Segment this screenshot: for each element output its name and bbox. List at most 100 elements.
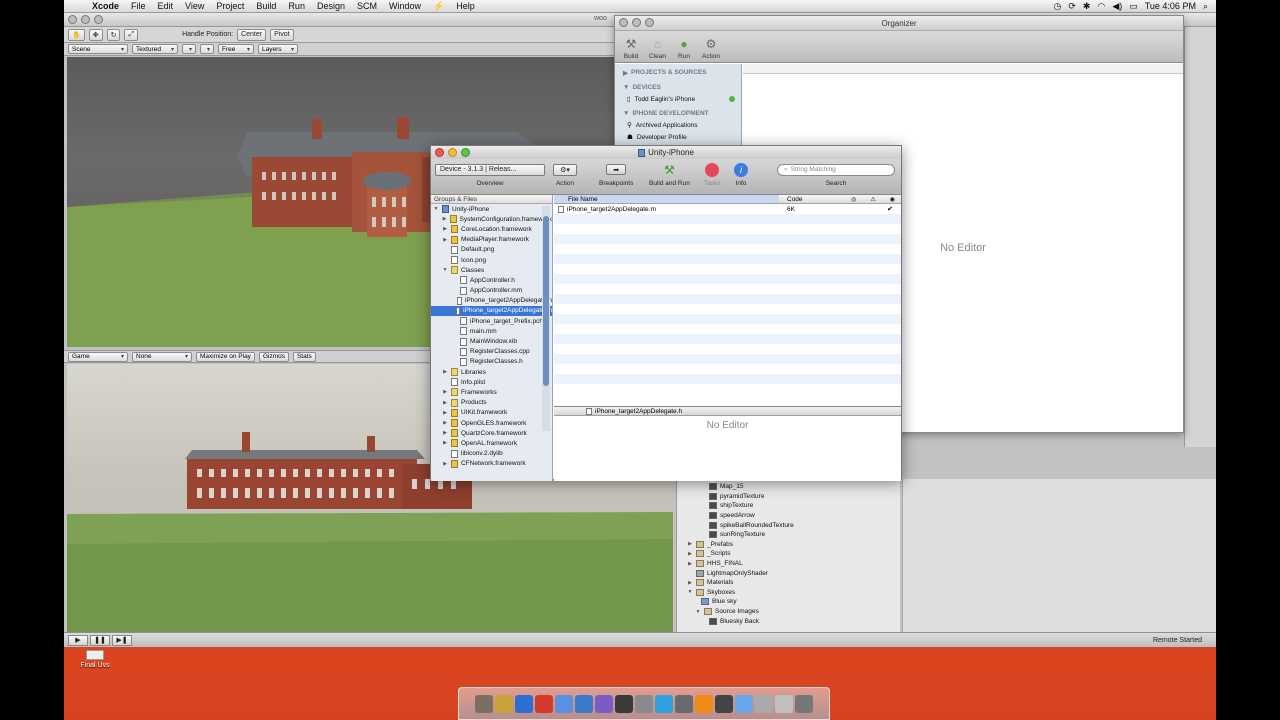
tasks-button[interactable]: Tasks [704, 161, 721, 187]
dock-app-icon[interactable] [635, 694, 653, 713]
tree-item[interactable]: AppController.mm [431, 286, 552, 296]
table-row[interactable] [554, 214, 901, 224]
table-row[interactable] [554, 374, 901, 384]
breakpoints-button[interactable]: ➡ Breakpoints [599, 161, 633, 187]
tree-item[interactable]: RegisterClasses.cpp [431, 347, 552, 357]
disclosure-icon[interactable]: ▶ [442, 216, 447, 222]
tree-item[interactable]: ▶ UIKit.framework [431, 408, 552, 418]
disclosure-icon[interactable]: ▶ [442, 420, 448, 426]
menu-view[interactable]: View [179, 1, 210, 11]
dock-app-icon[interactable] [715, 694, 733, 713]
table-row[interactable] [554, 364, 901, 374]
menu-scm[interactable]: SCM [351, 1, 383, 11]
center-button[interactable]: Center [237, 28, 267, 41]
stats-button[interactable]: Stats [292, 351, 316, 362]
table-row[interactable] [554, 324, 901, 334]
disclosure-icon[interactable]: ▶ [442, 461, 448, 467]
project-row[interactable]: speedArrow [681, 511, 900, 521]
dock-app-icon[interactable] [655, 694, 673, 713]
dock-app-icon[interactable] [755, 694, 773, 713]
desktop-icon[interactable]: Final Uvs [80, 650, 110, 669]
dock-app-icon[interactable] [615, 694, 633, 713]
table-row[interactable] [554, 354, 901, 364]
menu-help[interactable]: Help [450, 1, 481, 11]
menu-run[interactable]: Run [282, 1, 311, 11]
dock-app-icon[interactable] [575, 694, 593, 713]
dock-app-icon[interactable] [555, 694, 573, 713]
tree-item[interactable]: ▶ OpenAL.framework [431, 438, 552, 448]
build-and-run-button[interactable]: ⚒ Build and Run [649, 161, 690, 188]
project-row[interactable]: spikeBallRoundedTexture [681, 520, 900, 530]
zoom-icon[interactable] [461, 148, 470, 157]
gizmos-button[interactable]: Gizmos [258, 351, 289, 362]
scene-toggle-button-2[interactable] [200, 44, 214, 54]
tree-item[interactable]: RegisterClasses.h [431, 357, 552, 367]
disclosure-icon[interactable]: ▶ [442, 400, 448, 406]
sync-icon[interactable]: ⟳ [1068, 1, 1076, 12]
section-projects[interactable]: ▶ PROJECTS & SOURCES [615, 64, 741, 79]
menu-window[interactable]: Window [383, 1, 427, 11]
project-row[interactable]: ▼ Source Images [681, 607, 900, 617]
table-row[interactable]: iPhone_target2AppDelegate.m 6K ✔ [554, 204, 901, 214]
scene-toggle-button[interactable] [182, 44, 196, 54]
disclosure-icon[interactable]: ▶ [687, 580, 693, 586]
section-devices[interactable]: ▼ DEVICES [615, 79, 741, 93]
developer-profile-item[interactable]: ☗ Developer Profile [615, 131, 741, 143]
project-row[interactable]: sunRingTexture [681, 530, 900, 540]
table-row[interactable] [554, 304, 901, 314]
zoom-icon[interactable] [94, 15, 103, 24]
project-row[interactable]: ▼ Skyboxes [681, 588, 900, 598]
close-icon[interactable] [68, 15, 77, 24]
minimize-icon[interactable] [632, 18, 641, 27]
tree-item[interactable]: Info.plist [431, 377, 552, 387]
tree-item[interactable]: Default.png [431, 245, 552, 255]
table-row[interactable] [554, 264, 901, 274]
aspect-dropdown[interactable]: None [132, 351, 192, 362]
menu-design[interactable]: Design [311, 1, 351, 11]
tree-item[interactable]: Icon.png [431, 255, 552, 265]
rotate-tool-button[interactable]: ↻ [106, 28, 121, 41]
menu-edit[interactable]: Edit [152, 1, 180, 11]
hand-tool-button[interactable]: ✋ [68, 28, 85, 41]
project-row[interactable]: Blue sky [681, 597, 900, 607]
dock-app-icon[interactable] [775, 694, 793, 713]
editor-file-label[interactable]: iPhone_target2AppDelegate.h [595, 408, 682, 415]
table-row[interactable] [554, 284, 901, 294]
scrollbar-thumb[interactable] [543, 216, 549, 386]
volume-icon[interactable]: ◀) [1112, 1, 1122, 12]
table-row[interactable] [554, 334, 901, 344]
disclosure-icon[interactable]: ▶ [442, 410, 448, 416]
table-row[interactable] [554, 384, 901, 394]
col-code[interactable]: Code [779, 196, 821, 203]
disclosure-icon[interactable]: ▼ [687, 589, 693, 595]
info-button[interactable]: i Info [734, 161, 748, 187]
table-row[interactable] [554, 244, 901, 254]
time-machine-icon[interactable]: ◷ [1054, 1, 1062, 12]
free-dropdown[interactable]: Free [218, 44, 254, 54]
tree-item[interactable]: ▶ CoreLocation.framework [431, 224, 552, 234]
disclosure-icon[interactable]: ▶ [687, 551, 693, 557]
pause-button[interactable]: ❚❚ [90, 634, 110, 646]
tree-item[interactable]: ▶ Libraries [431, 367, 552, 377]
dock-app-icon[interactable] [495, 694, 513, 713]
bluetooth-icon[interactable]: ✱ [1083, 1, 1091, 12]
disclosure-icon[interactable]: ▼ [442, 267, 448, 273]
disclosure-icon[interactable]: ▼ [433, 206, 439, 212]
project-row[interactable]: ▶ Materials [681, 578, 900, 588]
disclosure-icon[interactable]: ▶ [442, 389, 448, 395]
disclosure-icon[interactable]: ▶ [442, 237, 448, 243]
scale-tool-button[interactable]: ⤢ [124, 28, 139, 41]
project-row[interactable]: LightmapOnlyShader [681, 568, 900, 578]
dock-app-icon[interactable] [675, 694, 693, 713]
project-row[interactable]: Map_15 [681, 482, 900, 492]
dock-app-icon[interactable] [595, 694, 613, 713]
zoom-icon[interactable] [645, 18, 654, 27]
tree-item[interactable]: libiconv.2.dylib [431, 449, 552, 459]
close-icon[interactable] [619, 18, 628, 27]
table-row[interactable] [554, 344, 901, 354]
table-row[interactable] [554, 224, 901, 234]
maximize-on-play-button[interactable]: Maximize on Play [196, 351, 255, 362]
menu-app-name[interactable]: Xcode [86, 1, 125, 11]
device-selector[interactable]: Device - 3.1.3 | Releas... [435, 163, 545, 176]
section-iphone-dev[interactable]: ▼ IPHONE DEVELOPMENT [615, 105, 741, 119]
